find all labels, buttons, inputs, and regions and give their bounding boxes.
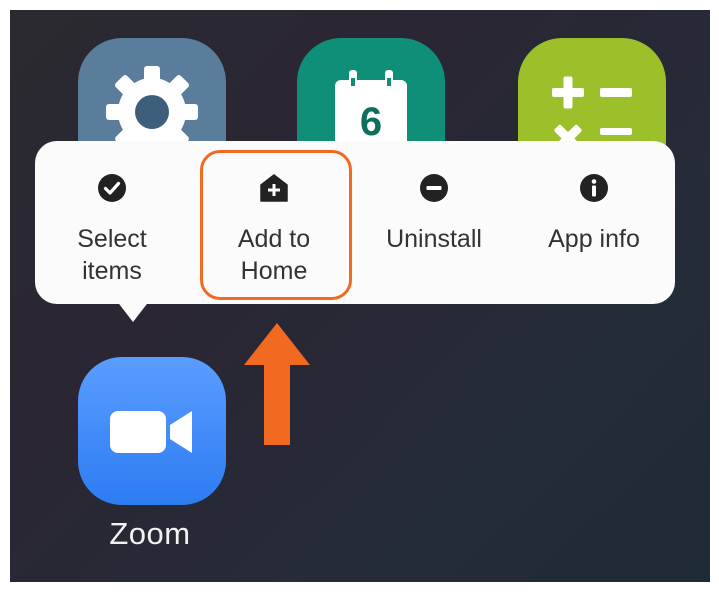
add-to-home-highlight bbox=[200, 150, 352, 300]
checkmark-circle-icon bbox=[98, 174, 126, 202]
calendar-day-number: 6 bbox=[359, 100, 383, 144]
zoom-app-label: Zoom bbox=[109, 516, 191, 551]
menu-label-select-line1: Select bbox=[77, 225, 147, 253]
minus-circle-icon bbox=[420, 174, 448, 202]
info-circle-icon bbox=[580, 174, 608, 202]
menu-label-select-line2: items bbox=[82, 257, 142, 285]
menu-item-app-info[interactable]: App info bbox=[519, 141, 669, 304]
menu-label-uninstall: Uninstall bbox=[386, 225, 482, 253]
home-screen: 6 Select items Add to Home Uninstall App… bbox=[10, 10, 710, 582]
video-camera-icon bbox=[110, 411, 192, 453]
menu-item-uninstall[interactable]: Uninstall bbox=[359, 141, 509, 304]
menu-item-select-items[interactable]: Select items bbox=[37, 141, 187, 304]
zoom-app-icon[interactable] bbox=[78, 357, 226, 505]
up-arrow-icon bbox=[244, 323, 310, 445]
menu-label-app-info: App info bbox=[548, 225, 640, 253]
